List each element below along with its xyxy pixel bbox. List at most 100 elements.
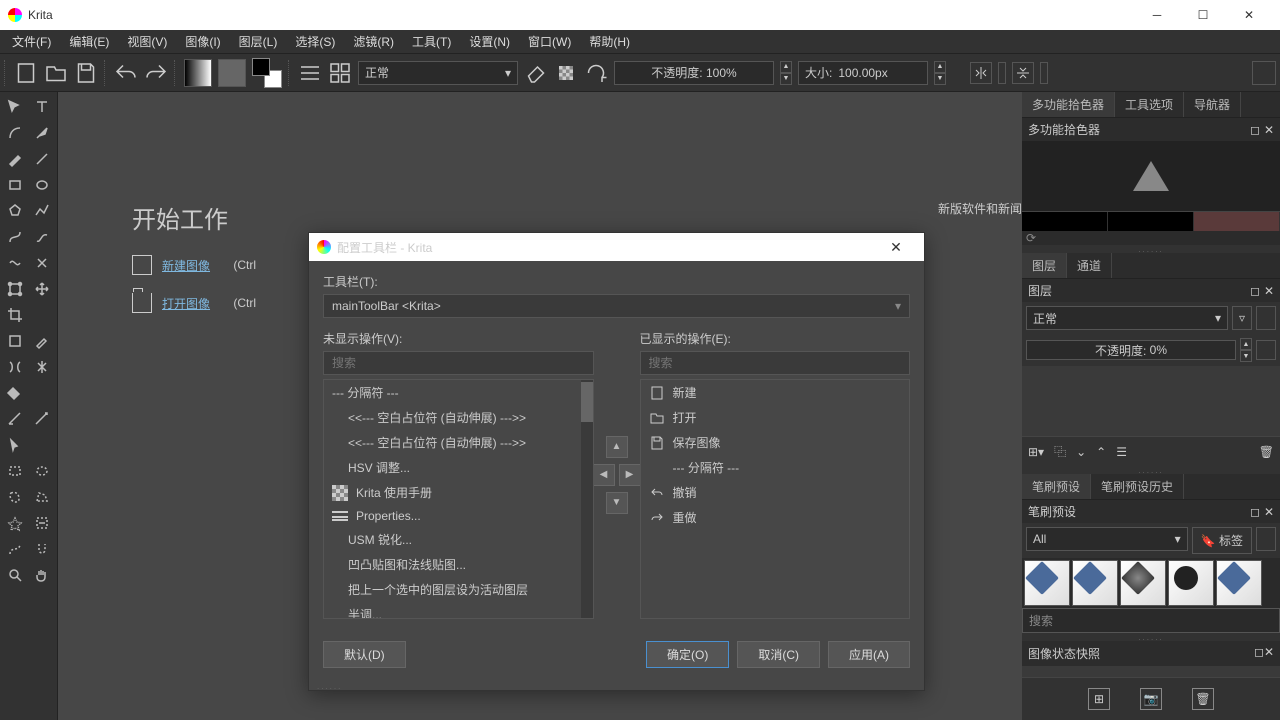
menu-view[interactable]: 视图(V) [119, 31, 175, 52]
available-search-input[interactable] [323, 351, 594, 375]
panel-float-icon[interactable]: ◻ [1254, 645, 1264, 659]
workspace-button[interactable] [1252, 61, 1276, 85]
reload-brush-button[interactable] [584, 61, 608, 85]
tool-fill[interactable] [3, 381, 27, 405]
dialog-close-button[interactable]: ✕ [876, 239, 916, 256]
cancel-button[interactable]: 取消(C) [737, 641, 820, 668]
menu-help[interactable]: 帮助(H) [581, 31, 638, 52]
tab-channels[interactable]: 通道 [1067, 253, 1112, 278]
tool-color-picker[interactable] [30, 329, 54, 353]
move-layer-up-button[interactable]: ⌃ [1096, 445, 1106, 459]
panel-float-icon[interactable]: ◻ [1250, 284, 1260, 298]
tool-magnetic-select[interactable] [30, 537, 54, 561]
opacity-input[interactable]: 不透明度: 100% [614, 61, 774, 85]
current-action-item[interactable]: --- 分隔符 --- [641, 455, 910, 480]
tool-ellipse-select[interactable] [30, 459, 54, 483]
layer-props-icon[interactable] [1256, 340, 1276, 360]
refresh-icon[interactable]: ⟳ [1026, 231, 1036, 245]
add-layer-button[interactable]: ⊞▾ [1028, 445, 1044, 459]
current-search-input[interactable] [640, 351, 911, 375]
tool-poly-select[interactable] [30, 485, 54, 509]
menu-window[interactable]: 窗口(W) [520, 31, 579, 52]
tool-contiguous-select[interactable] [3, 511, 27, 535]
tab-navigator[interactable]: 导航器 [1184, 92, 1241, 117]
tool-gradient[interactable] [3, 329, 27, 353]
layer-settings-icon[interactable] [1256, 306, 1276, 330]
mirror-v-button[interactable] [1012, 62, 1034, 84]
apply-button[interactable]: 应用(A) [828, 641, 910, 668]
delete-layer-button[interactable]: 🗑 [1259, 445, 1274, 459]
menu-filter[interactable]: 滤镜(R) [345, 31, 402, 52]
blend-mode-combo[interactable]: 正常▾ [358, 61, 518, 85]
tool-zoom[interactable] [3, 563, 27, 587]
brush-presets-button[interactable] [328, 61, 352, 85]
layer-blend-combo[interactable]: 正常▾ [1026, 306, 1228, 330]
move-up-button[interactable]: ▲ [606, 436, 628, 458]
snapshot-add-button[interactable]: ⊞ [1088, 688, 1110, 710]
save-button[interactable] [74, 61, 98, 85]
move-layer-down-button[interactable]: ⌄ [1076, 445, 1086, 459]
tool-line[interactable] [30, 147, 54, 171]
layer-properties-button[interactable]: ☰ [1116, 445, 1127, 459]
tool-move-layer[interactable] [30, 277, 54, 301]
new-file-button[interactable] [14, 61, 38, 85]
tool-freehand-select[interactable] [3, 485, 27, 509]
brush-preset[interactable] [1120, 560, 1166, 606]
panel-close-icon[interactable]: ✕ [1264, 123, 1274, 137]
eraser-toggle[interactable] [524, 61, 548, 85]
current-action-item[interactable]: 保存图像 [641, 430, 910, 455]
available-action-item[interactable]: <<--- 空白占位符 (自动伸展) --->> [324, 430, 593, 455]
tool-bezier[interactable] [3, 225, 27, 249]
current-action-item[interactable]: 重做 [641, 505, 910, 530]
current-action-item[interactable]: 新建 [641, 380, 910, 405]
size-input[interactable]: 大小:100.00px [798, 61, 928, 85]
available-actions-list[interactable]: --- 分隔符 ---<<--- 空白占位符 (自动伸展) --->><<---… [323, 379, 594, 619]
tool-smart-fill[interactable] [30, 355, 54, 379]
start-open-image[interactable]: 打开图像 (Ctrl [132, 293, 256, 313]
tool-text[interactable] [30, 95, 54, 119]
panel-float-icon[interactable]: ◻ [1250, 123, 1260, 137]
current-action-item[interactable]: 撤销 [641, 480, 910, 505]
brush-tag-button[interactable]: 🔖 标签 [1192, 527, 1252, 554]
brush-search-input[interactable]: 搜索 [1022, 608, 1280, 633]
tool-transform[interactable] [3, 277, 27, 301]
scrollbar[interactable] [581, 380, 593, 618]
available-action-item[interactable]: Krita 使用手册 [324, 480, 593, 505]
size-spinner[interactable]: ▲▼ [934, 61, 946, 85]
layer-list[interactable] [1022, 366, 1280, 436]
available-action-item[interactable]: Properties... [324, 505, 593, 527]
available-action-item[interactable]: 把上一个选中的图层设为活动图层 [324, 577, 593, 602]
brush-preset[interactable] [1024, 560, 1070, 606]
menu-layer[interactable]: 图层(L) [231, 31, 286, 52]
tool-pan[interactable] [30, 563, 54, 587]
brush-preset[interactable] [1168, 560, 1214, 606]
close-button[interactable]: ✕ [1226, 0, 1272, 30]
opacity-spinner[interactable]: ▲▼ [780, 61, 792, 85]
panel-close-icon[interactable]: ✕ [1264, 645, 1274, 659]
available-action-item[interactable]: --- 分隔符 --- [324, 380, 593, 405]
remove-action-button[interactable]: ◀ [593, 464, 615, 486]
available-action-item[interactable]: USM 锐化... [324, 527, 593, 552]
undo-button[interactable] [114, 61, 138, 85]
tool-edit-shapes[interactable] [3, 121, 27, 145]
tool-polygon[interactable] [3, 199, 27, 223]
layer-opacity-spinner[interactable]: ▲▼ [1240, 338, 1252, 362]
snapshot-camera-button[interactable]: 📷 [1140, 688, 1162, 710]
maximize-button[interactable]: ☐ [1180, 0, 1226, 30]
tool-pattern[interactable] [3, 355, 27, 379]
tool-polyline[interactable] [30, 199, 54, 223]
tool-move[interactable] [3, 95, 27, 119]
tool-assistant[interactable] [3, 407, 27, 431]
menu-select[interactable]: 选择(S) [287, 31, 343, 52]
tab-tool-options[interactable]: 工具选项 [1115, 92, 1184, 117]
tab-layers[interactable]: 图层 [1022, 253, 1067, 278]
tab-color-selector[interactable]: 多功能拾色器 [1022, 92, 1115, 117]
pattern-swatch[interactable] [218, 59, 246, 87]
tool-calligraphy[interactable] [30, 121, 54, 145]
tool-rectangle[interactable] [3, 173, 27, 197]
current-actions-list[interactable]: 新建打开保存图像--- 分隔符 ---撤销重做 [640, 379, 911, 619]
tool-rect-select[interactable] [3, 459, 27, 483]
redo-button[interactable] [144, 61, 168, 85]
gradient-swatch[interactable] [184, 59, 212, 87]
tool-freehand-path[interactable] [30, 225, 54, 249]
